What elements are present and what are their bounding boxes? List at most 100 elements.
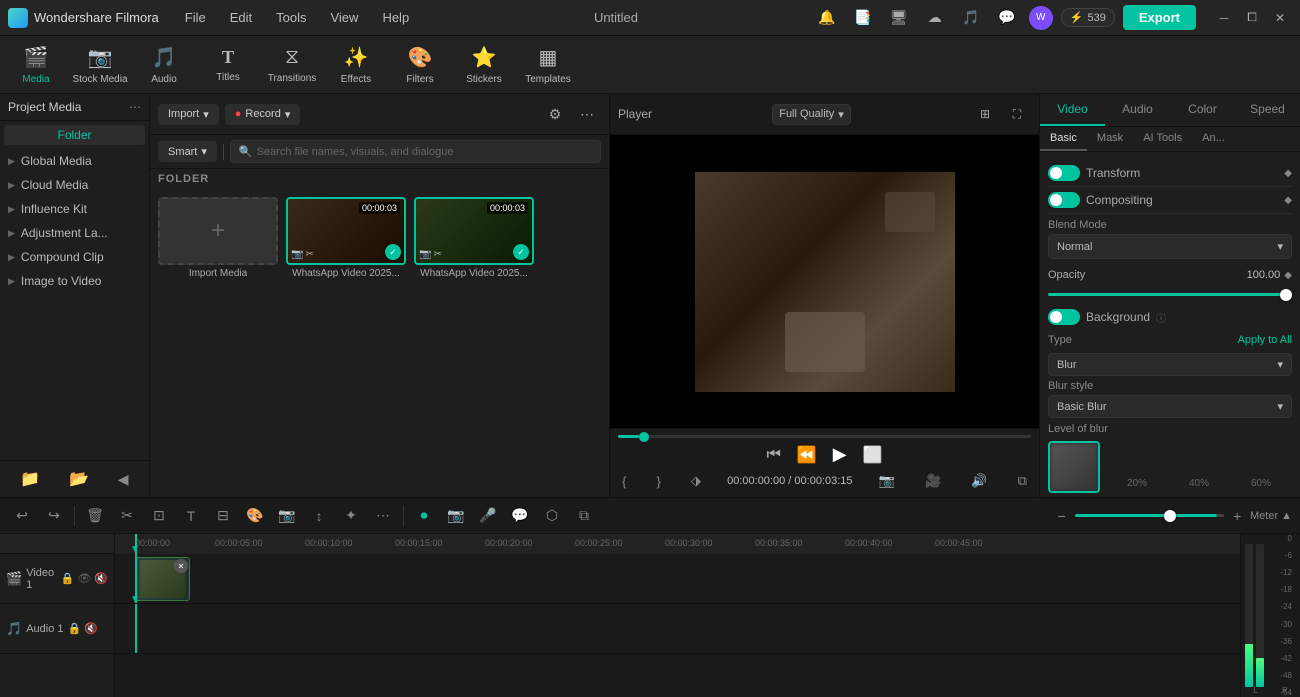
folder-new-icon[interactable]: 📂 [65, 467, 93, 491]
sidebar-item-adjustment-layer[interactable]: ▶ Adjustment La... [0, 221, 149, 245]
sub-tab-basic[interactable]: Basic [1040, 127, 1087, 151]
compositing-keyframe-icon[interactable]: ◆ [1284, 195, 1292, 206]
apply-all-button[interactable]: Apply to All [1238, 334, 1292, 346]
tab-speed[interactable]: Speed [1235, 94, 1300, 126]
sidebar-item-global-media[interactable]: ▶ Global Media [0, 149, 149, 173]
close-button[interactable]: ✕ [1268, 6, 1292, 30]
menu-tools[interactable]: Tools [266, 6, 316, 29]
sub-tab-ai-tools[interactable]: AI Tools [1133, 127, 1192, 151]
cloud-icon[interactable]: ☁ [921, 4, 949, 32]
tool-filters[interactable]: 🎨 Filters [388, 38, 452, 92]
screenshot-icon[interactable]: 📷 [875, 471, 899, 491]
settings-icon[interactable]: ⋯ [129, 100, 141, 114]
player-aspect-icon[interactable]: ⊞ [971, 100, 999, 128]
sidebar-item-cloud-media[interactable]: ▶ Cloud Media [0, 173, 149, 197]
tool-stock-media[interactable]: 📷 Stock Media [68, 38, 132, 92]
collapse-icon[interactable]: ◀ [114, 469, 133, 490]
sidebar-item-compound-clip[interactable]: ▶ Compound Clip [0, 245, 149, 269]
add-marker-button[interactable]: ⬡ [538, 502, 566, 530]
tool-transitions[interactable]: ⧖ Transitions [260, 38, 324, 92]
opacity-keyframe-icon[interactable]: ◆ [1284, 270, 1292, 281]
tool-media[interactable]: 🎬 Media [4, 38, 68, 92]
audio-track-area[interactable] [115, 604, 1240, 654]
crop-button[interactable]: ⊡ [145, 502, 173, 530]
prev-frame-button[interactable]: ⏮ [762, 444, 784, 466]
paint-button[interactable]: 🎨 [241, 502, 269, 530]
minimize-button[interactable]: ─ [1212, 6, 1236, 30]
tab-color[interactable]: Color [1170, 94, 1235, 126]
record-tl-button[interactable]: ⏺ [410, 502, 438, 530]
filter-icon[interactable]: ⚙ [541, 100, 569, 128]
sidebar-item-influence-kit[interactable]: ▶ Influence Kit [0, 197, 149, 221]
track-mute-icon[interactable]: 🔇 [94, 572, 108, 585]
mic-icon[interactable]: 🎤 [474, 502, 502, 530]
mark-in-icon[interactable]: { [618, 472, 630, 491]
smart-filter-button[interactable]: Smart ▾ [158, 141, 217, 162]
bell-icon[interactable]: 🔔 [813, 4, 841, 32]
folder-add-icon[interactable]: 📁 [16, 467, 44, 491]
opacity-slider[interactable] [1048, 293, 1292, 296]
transform-keyframe-icon[interactable]: ◆ [1284, 168, 1292, 179]
mark-out-icon[interactable]: } [652, 472, 664, 491]
media-import-item[interactable]: + Import Media [158, 197, 278, 279]
sub-tab-mask[interactable]: Mask [1087, 127, 1133, 151]
menu-edit[interactable]: Edit [220, 6, 262, 29]
camera-tl-button[interactable]: 📷 [442, 502, 470, 530]
redo-button[interactable]: ↪ [40, 502, 68, 530]
user-avatar[interactable]: W [1029, 6, 1053, 30]
bookmark-icon[interactable]: 📑 [849, 4, 877, 32]
snapshot-button[interactable]: 📷 [273, 502, 301, 530]
text-button[interactable]: T [177, 502, 205, 530]
pip-tl-button[interactable]: ⧉ [570, 502, 598, 530]
clip-add-icon[interactable]: ⬗ [687, 471, 705, 491]
chat-icon[interactable]: 💬 [993, 4, 1021, 32]
subtitle-button[interactable]: 💬 [506, 502, 534, 530]
more-tl-button[interactable]: ⋯ [369, 502, 397, 530]
rewind-button[interactable]: ⏪ [793, 443, 821, 467]
menu-view[interactable]: View [320, 6, 368, 29]
maximize-button[interactable]: ⧠ [1240, 6, 1264, 30]
sidebar-item-image-to-video[interactable]: ▶ Image to Video [0, 269, 149, 293]
tool-stickers[interactable]: ⭐ Stickers [452, 38, 516, 92]
undo-button[interactable]: ↩ [8, 502, 36, 530]
volume-icon[interactable]: 🔊 [967, 471, 991, 491]
music-icon[interactable]: 🎵 [957, 4, 985, 32]
tool-titles[interactable]: T Titles [196, 38, 260, 92]
quality-select[interactable]: Full Quality ▾ [772, 104, 851, 125]
menu-file[interactable]: File [175, 6, 216, 29]
tool-audio[interactable]: 🎵 Audio [132, 38, 196, 92]
menu-help[interactable]: Help [372, 6, 419, 29]
blur-style-select[interactable]: Basic Blur ▾ [1048, 395, 1292, 418]
zoom-in-button[interactable]: + [1228, 502, 1246, 530]
import-button[interactable]: Import ▾ [158, 104, 219, 125]
tab-video[interactable]: Video [1040, 94, 1105, 126]
tool-templates[interactable]: ▦ Templates [516, 38, 580, 92]
meter-label[interactable]: Meter ▲ [1250, 510, 1292, 522]
camera-icon[interactable]: 🎥 [921, 471, 945, 491]
zoom-slider[interactable] [1075, 514, 1225, 517]
folder-active[interactable]: Folder [4, 125, 145, 145]
player-fullscreen-icon[interactable]: ⛶ [1003, 100, 1031, 128]
copy-button[interactable]: ⊟ [209, 502, 237, 530]
tab-audio[interactable]: Audio [1105, 94, 1170, 126]
delete-button[interactable]: 🗑 [81, 502, 109, 530]
media-item-video1[interactable]: 00:00:03 📷 ✂ ✓ WhatsApp Video 2025... [286, 197, 406, 279]
sub-tab-an[interactable]: An... [1192, 127, 1235, 151]
tool-effects[interactable]: ✨ Effects [324, 38, 388, 92]
type-select[interactable]: Blur ▾ [1048, 353, 1292, 376]
search-box[interactable]: 🔍 Search file names, visuals, and dialog… [230, 140, 601, 163]
compositing-toggle[interactable] [1048, 192, 1080, 208]
track-lock-icon[interactable]: 🔒 [61, 572, 75, 585]
ai-tools-button[interactable]: ✦ [337, 502, 365, 530]
pip-icon[interactable]: ⧉ [1014, 471, 1031, 491]
cut-button[interactable]: ✂ [113, 502, 141, 530]
transform-toggle[interactable] [1048, 165, 1080, 181]
player-timeline-track[interactable] [618, 435, 1031, 438]
video-track-area[interactable]: ✕ [115, 554, 1240, 604]
more-icon[interactable]: ⋯ [573, 100, 601, 128]
blur-thumb-selected[interactable] [1048, 441, 1100, 493]
screen-icon[interactable]: 🖥 [885, 4, 913, 32]
track-eye-icon[interactable]: 👁 [77, 572, 91, 585]
background-toggle[interactable] [1048, 309, 1080, 325]
track-audio-mute-icon[interactable]: 🔇 [84, 622, 98, 635]
